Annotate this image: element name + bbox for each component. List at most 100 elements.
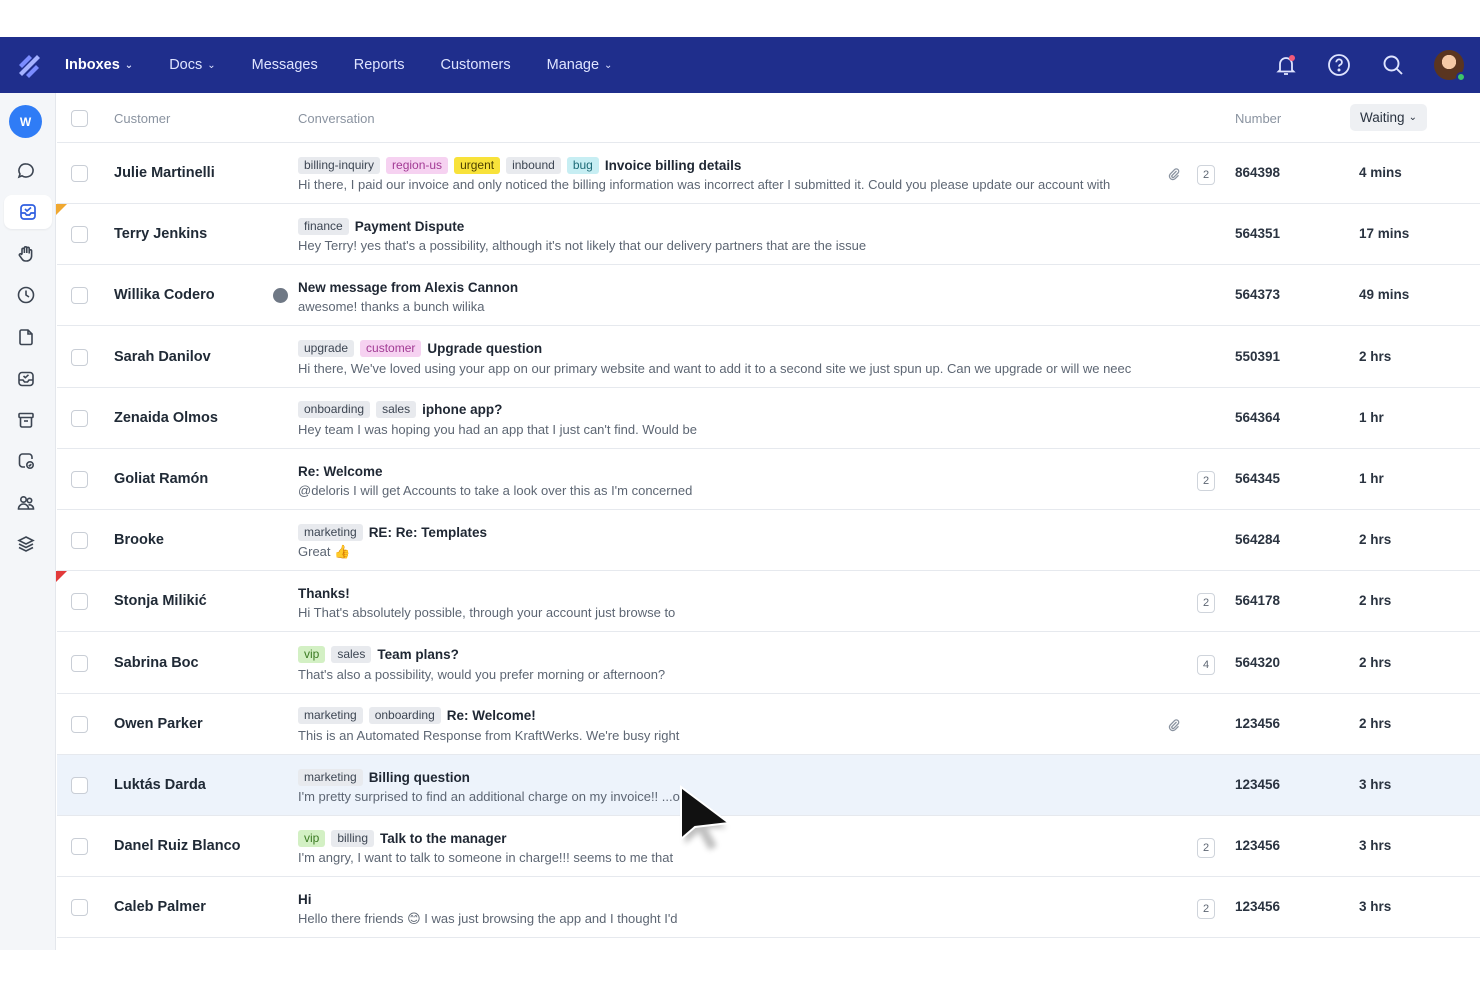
archive-icon[interactable] [16,410,36,430]
conversation-cell[interactable]: finance Payment Dispute Hey Terry! yes tha… [298,217,1168,253]
inbox-icon[interactable] [4,195,52,229]
shield-icon[interactable] [16,451,36,471]
conversation-header: billing-inquiry region-us urgent inbound bug… [298,156,1168,174]
thread-count-badge: 2 [1197,899,1215,920]
tag[interactable]: vip [298,829,326,847]
customer-name[interactable]: Caleb Palmer [114,899,206,915]
customer-name[interactable]: Danel Ruiz Blanco [114,838,241,854]
table-row[interactable]: Sabrina Boc vip sales Team plans? That's als… [57,632,1480,694]
table-row[interactable]: Caleb Palmer Hi Hello there friends 😊 I wa… [57,877,1480,939]
table-row[interactable]: Goliat Ramón Re: Welcome @deloris I will g… [57,449,1480,510]
row-checkbox[interactable] [71,654,88,672]
tag[interactable]: onboarding [368,707,441,725]
conversation-cell[interactable]: marketing RE: Re: Templates Great 👍 [298,523,1168,560]
bell-icon[interactable] [1274,53,1298,77]
conversation-cell[interactable]: New message from Alexis Cannon awesome! t… [298,278,1168,315]
table-row[interactable]: Willika Codero New message from Alexis Ca… [57,265,1480,327]
tag[interactable]: sales [331,646,372,664]
customer-name[interactable]: Stonja Milikić [114,593,207,609]
table-row[interactable]: Zenaida Olmos onboarding sales iphone app? H… [57,387,1480,449]
table-row[interactable]: Owen Parker marketing onboarding Re: Welcom… [57,693,1480,755]
header-number[interactable]: Number [1235,111,1281,126]
tag[interactable]: inbound [506,156,561,174]
tag[interactable]: onboarding [298,401,371,419]
tag[interactable]: sales [376,401,417,419]
row-checkbox[interactable] [71,838,88,856]
conversation-number: 564364 [1235,409,1281,425]
customer-name[interactable]: Owen Parker [114,716,203,732]
table-row[interactable]: Terry Jenkins finance Payment Dispute Hey T… [56,204,1480,266]
tag[interactable]: urgent [454,156,501,174]
row-checkbox[interactable] [71,777,88,794]
waiting-sort-button[interactable]: Waiting ⌄ [1350,104,1427,131]
conversation-preview: Hey team I was hoping you had an app tha… [298,421,697,437]
row-checkbox[interactable] [71,715,88,733]
customer-name[interactable]: Zenaida Olmos [114,410,218,426]
conversation-number: 564345 [1235,471,1281,486]
row-checkbox[interactable] [71,348,88,366]
tag[interactable]: upgrade [298,340,355,358]
table-row[interactable]: Sarah Danilov upgrade customer Upgrade ques… [57,326,1480,388]
tag[interactable]: bug [566,156,599,174]
table-row[interactable]: Stonja Milikić Thanks! Hi That's absolutel… [56,571,1480,633]
people-icon[interactable] [16,493,36,513]
tag[interactable]: customer [360,340,422,358]
customer-name[interactable]: Goliat Ramón [114,471,208,487]
conversation-subject: Team plans? [377,647,459,663]
tag[interactable]: marketing [298,768,363,786]
customer-name[interactable]: Willika Codero [114,287,215,303]
row-checkbox[interactable] [71,287,88,305]
inbox-check-icon[interactable] [16,369,36,389]
waiting-time: 2 hrs [1359,715,1392,731]
customer-name[interactable]: Brooke [114,532,164,548]
row-checkbox[interactable] [71,471,88,488]
tag[interactable]: billing-inquiry [298,156,381,174]
customer-name[interactable]: Sarah Danilov [114,349,211,365]
clock-icon[interactable] [16,285,36,305]
mouse-cursor-icon [680,785,732,850]
customer-name[interactable]: Sabrina Boc [114,655,199,671]
row-checkbox[interactable] [71,165,88,182]
table-row[interactable]: Julie Martinelli billing-inquiry region-us… [57,143,1480,204]
customer-name[interactable]: Terry Jenkins [114,226,207,242]
row-checkbox[interactable] [71,593,88,611]
conversation-cell[interactable]: Re: Welcome @deloris I will get Accounts … [298,462,1168,499]
conversation-cell[interactable]: upgrade customer Upgrade question Hi there,… [298,340,1168,376]
tag[interactable]: vip [298,646,326,664]
customer-name[interactable]: Julie Martinelli [114,165,215,181]
conversation-cell[interactable]: billing-inquiry region-us urgent inbound bug… [298,156,1168,192]
conversation-preview: Hi That's absolutely possible, through y… [298,605,676,621]
conversation-subject: Invoice billing details [604,157,742,173]
table-row[interactable]: Brooke marketing RE: Re: Templates Great 👍 5… [57,510,1480,572]
tag[interactable]: billing [331,829,375,847]
row-checkbox[interactable] [71,899,88,917]
document-icon[interactable] [16,327,36,347]
row-checkbox[interactable] [71,409,88,427]
row-checkbox[interactable] [71,226,88,244]
conversation-cell[interactable]: vip sales Team plans? That's also a possibi… [298,646,1168,682]
workspace-switcher[interactable]: W [9,105,42,138]
waiting-time: 4 mins [1359,165,1402,180]
conversation-cell[interactable]: Hi Hello there friends 😊 I was just brows… [298,890,1168,927]
table-row[interactable]: Danel Ruiz Blanco vip billing Talk to the m… [57,816,1480,878]
conversation-number: 564284 [1235,532,1281,548]
help-icon[interactable] [1327,53,1351,77]
customer-name[interactable]: Luktás Darda [114,777,206,793]
tag[interactable]: finance [298,217,349,235]
attachment-icon [1167,718,1181,732]
tag[interactable]: region-us [386,156,449,174]
tag[interactable]: marketing [298,523,363,541]
conversation-cell[interactable]: marketing onboarding Re: Welcome! This is a… [298,707,1168,743]
search-icon[interactable] [1381,53,1405,77]
hand-icon[interactable] [16,244,36,264]
table-row[interactable]: Luktás Darda marketing Billing question I'm… [57,755,1480,816]
select-all-checkbox[interactable] [71,110,88,127]
conversation-cell[interactable]: onboarding sales iphone app? Hey team I was… [298,401,1168,437]
header-conversation[interactable]: Conversation [298,111,375,126]
layers-icon[interactable] [16,534,36,554]
chat-icon[interactable] [16,161,36,181]
row-checkbox[interactable] [71,532,88,550]
header-customer[interactable]: Customer [114,111,170,126]
tag[interactable]: marketing [298,707,363,725]
conversation-cell[interactable]: Thanks! Hi That's absolutely possible, th… [298,584,1168,621]
